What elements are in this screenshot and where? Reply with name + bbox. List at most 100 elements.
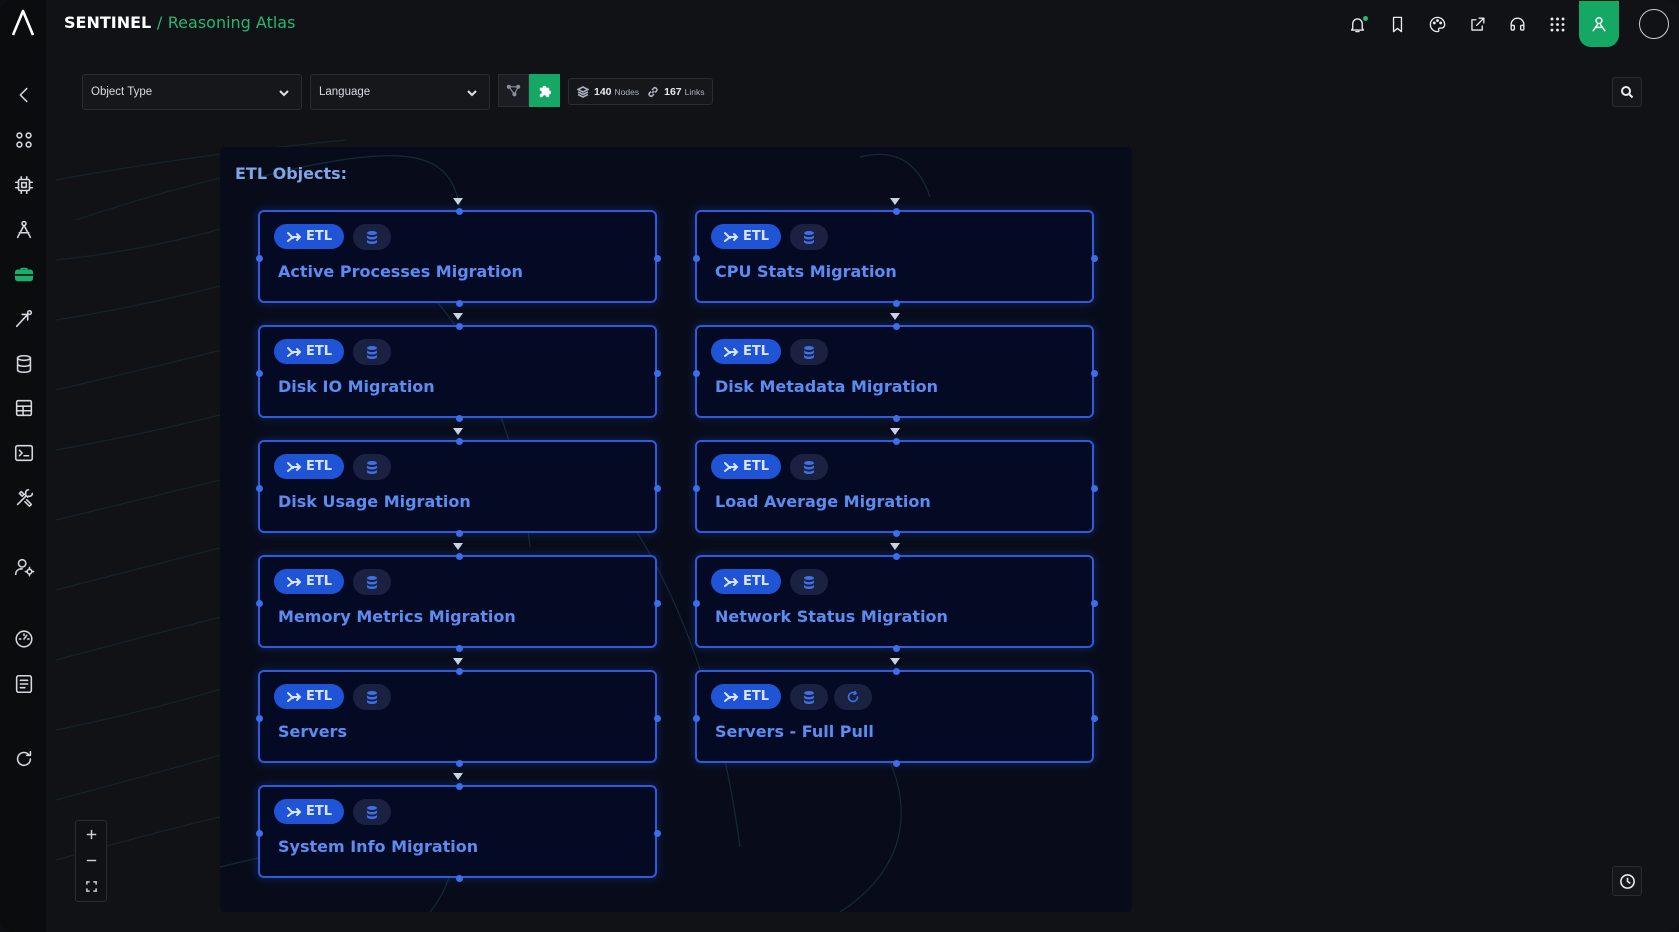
node-port[interactable]	[654, 254, 661, 262]
node-port[interactable]	[256, 254, 263, 262]
etl-icon	[723, 576, 739, 587]
language-select[interactable]: Language	[310, 74, 490, 110]
dashboard-icon[interactable]	[11, 626, 37, 652]
fit-view-button[interactable]	[76, 873, 106, 899]
etl-node[interactable]: ETL Memory Metrics Migration	[256, 553, 661, 652]
logo-icon[interactable]	[10, 8, 36, 38]
plugin-view-button[interactable]	[529, 74, 560, 107]
database-icon[interactable]	[11, 351, 37, 377]
search-button[interactable]	[1612, 77, 1642, 107]
node-port[interactable]	[1091, 714, 1098, 722]
history-button[interactable]	[1612, 866, 1642, 896]
fullscreen-icon	[85, 880, 97, 892]
node-port[interactable]	[455, 415, 463, 422]
chip-icon[interactable]	[11, 172, 37, 198]
tools-icon[interactable]	[11, 485, 37, 511]
etl-node[interactable]: ETL Disk Usage Migration	[256, 438, 661, 537]
node-port[interactable]	[892, 668, 900, 675]
etl-node[interactable]: ETL Network Status Migration	[693, 553, 1098, 652]
etl-node[interactable]: ETL Disk IO Migration	[256, 323, 661, 422]
node-port[interactable]	[654, 714, 661, 722]
minus-icon	[86, 859, 96, 861]
node-port[interactable]	[455, 530, 463, 537]
node-port[interactable]	[455, 645, 463, 652]
node-port[interactable]	[1091, 599, 1098, 607]
zoom-in-button[interactable]	[76, 821, 106, 847]
back-icon[interactable]	[11, 82, 37, 108]
node-port[interactable]	[693, 484, 700, 492]
table-icon[interactable]	[11, 395, 37, 421]
node-port[interactable]	[654, 599, 661, 607]
node-port[interactable]	[1091, 369, 1098, 377]
node-port[interactable]	[892, 553, 900, 560]
node-port[interactable]	[256, 714, 263, 722]
node-port[interactable]	[693, 254, 700, 262]
toolbox-icon[interactable]	[11, 261, 37, 287]
node-port[interactable]	[892, 760, 900, 767]
node-port[interactable]	[892, 645, 900, 652]
object-type-select[interactable]: Object Type	[82, 74, 302, 110]
page-title[interactable]: Reasoning Atlas	[168, 13, 296, 32]
grid-icon[interactable]	[1537, 4, 1577, 44]
node-port[interactable]	[892, 300, 900, 307]
node-port[interactable]	[654, 369, 661, 377]
node-port[interactable]	[455, 760, 463, 767]
node-port[interactable]	[455, 300, 463, 307]
node-port[interactable]	[455, 668, 463, 675]
top-bar: SENTINEL / Reasoning Atlas	[46, 0, 1679, 48]
node-port[interactable]	[256, 369, 263, 377]
apps-icon[interactable]	[11, 127, 37, 153]
node-port[interactable]	[256, 599, 263, 607]
node-port[interactable]	[256, 484, 263, 492]
node-port[interactable]	[693, 369, 700, 377]
node-port[interactable]	[1091, 484, 1098, 492]
pipeline-icon[interactable]	[11, 217, 37, 243]
node-port[interactable]	[455, 208, 463, 215]
node-port[interactable]	[892, 208, 900, 215]
app-name[interactable]: SENTINEL	[64, 13, 151, 32]
node-port[interactable]	[892, 530, 900, 537]
etl-node[interactable]: ETL Load Average Migration	[693, 438, 1098, 537]
node-port[interactable]	[654, 484, 661, 492]
user-settings-icon[interactable]	[11, 554, 37, 580]
node-port[interactable]	[892, 438, 900, 445]
node-port[interactable]	[693, 599, 700, 607]
etl-node[interactable]: ETL Servers - Full Pull	[693, 668, 1098, 767]
node-port[interactable]	[892, 323, 900, 330]
share-icon[interactable]	[1457, 4, 1497, 44]
etl-node[interactable]: ETL System Info Migration	[256, 783, 661, 882]
avatar[interactable]	[1639, 9, 1669, 39]
links-count: 167	[664, 85, 682, 98]
database-chip	[790, 339, 828, 365]
edge-arrow	[889, 198, 900, 205]
list-icon[interactable]	[11, 671, 37, 697]
graph-view-button[interactable]	[498, 74, 529, 107]
bell-icon[interactable]	[1337, 4, 1377, 44]
breadcrumb: SENTINEL / Reasoning Atlas	[64, 13, 295, 32]
node-port[interactable]	[455, 553, 463, 560]
palette-icon[interactable]	[1417, 4, 1457, 44]
headset-icon[interactable]	[1497, 4, 1537, 44]
etl-node[interactable]: ETL Active Processes Migration	[256, 208, 661, 307]
zoom-out-button[interactable]	[76, 847, 106, 873]
node-port[interactable]	[455, 875, 463, 882]
etl-node[interactable]: ETL Servers	[256, 668, 661, 767]
node-port[interactable]	[455, 783, 463, 790]
layers-icon	[577, 85, 589, 98]
user-icon[interactable]	[1579, 1, 1619, 47]
send-icon[interactable]	[11, 306, 37, 332]
node-port[interactable]	[455, 323, 463, 330]
etl-icon	[723, 231, 739, 242]
refresh-icon[interactable]	[11, 746, 37, 772]
terminal-icon[interactable]	[11, 440, 37, 466]
etl-node[interactable]: ETL Disk Metadata Migration	[693, 323, 1098, 422]
edge-arrow	[452, 773, 463, 780]
node-port[interactable]	[693, 714, 700, 722]
node-port[interactable]	[455, 438, 463, 445]
node-port[interactable]	[654, 829, 661, 837]
etl-node[interactable]: ETL CPU Stats Migration	[693, 208, 1098, 307]
node-port[interactable]	[1091, 254, 1098, 262]
node-port[interactable]	[892, 415, 900, 422]
bookmark-icon[interactable]	[1377, 4, 1417, 44]
node-port[interactable]	[256, 829, 263, 837]
